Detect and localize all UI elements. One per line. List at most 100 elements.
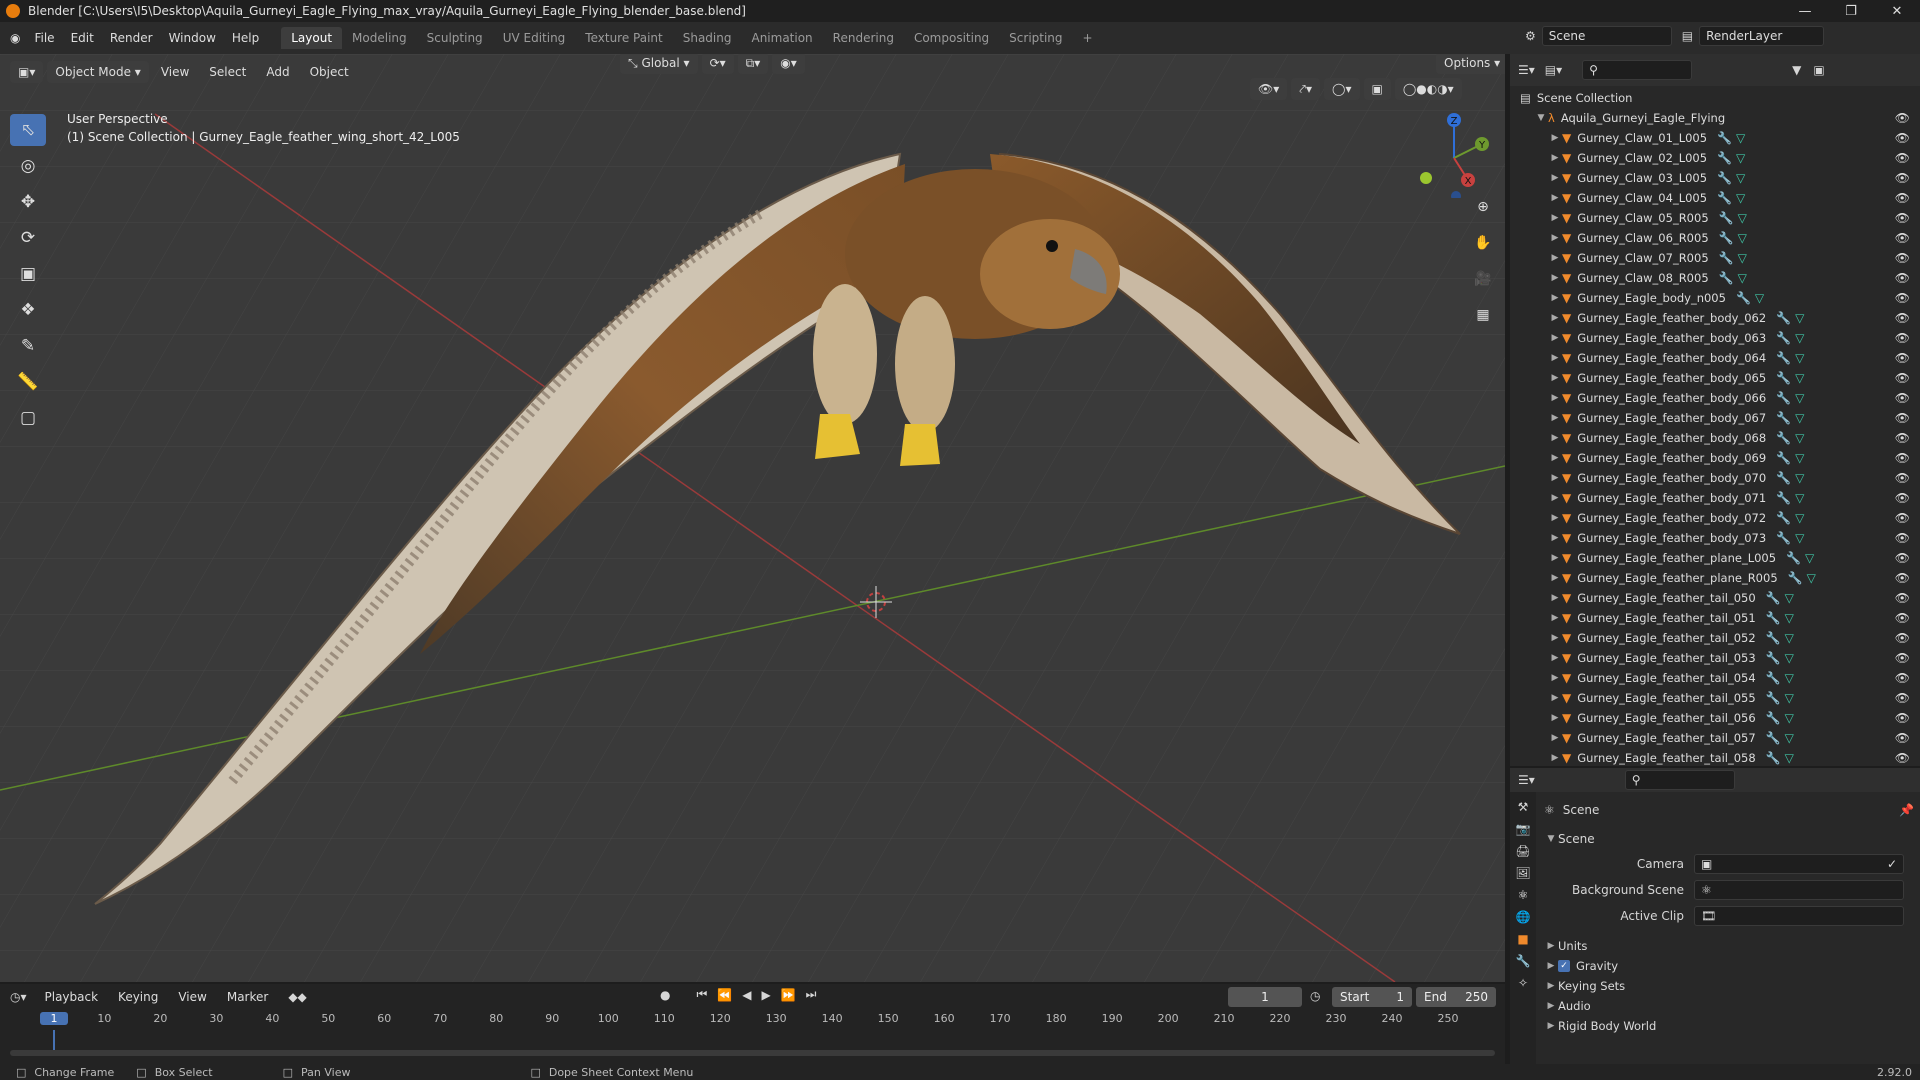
outliner-object-row[interactable]: ▶ ▼ Gurney_Eagle_body_n005 🔧 ▽ 👁 [1510, 288, 1920, 308]
current-frame-field[interactable]: 1 [1228, 987, 1302, 1007]
modifier-icon[interactable]: 🔧 [1719, 251, 1734, 265]
visibility-eye-icon[interactable]: 👁 [1895, 571, 1910, 585]
scene-tab-icon[interactable]: ⚛ [1518, 888, 1529, 902]
modifier-icon[interactable]: 🔧 [1776, 351, 1791, 365]
expand-icon[interactable]: ▼ [1534, 113, 1548, 123]
pan-hand-icon[interactable]: ✋ [1470, 230, 1496, 256]
background-scene-field[interactable]: ⚛ [1694, 880, 1904, 900]
annotate-tool-icon[interactable]: ✎ [10, 330, 46, 362]
visibility-eye-icon[interactable]: 👁 [1895, 451, 1910, 465]
cursor-tool-icon[interactable]: ◎ [10, 150, 46, 182]
expand-icon[interactable]: ▶ [1548, 493, 1562, 503]
expand-icon[interactable]: ▶ [1548, 193, 1562, 203]
menu-render[interactable]: Render [102, 28, 161, 48]
snap-toggle[interactable]: ⧉▾ [737, 54, 769, 74]
menu-edit[interactable]: Edit [63, 28, 102, 48]
expand-icon[interactable]: ▶ [1548, 353, 1562, 363]
timeline-editor-icon[interactable]: ◷▾ [10, 990, 27, 1004]
object-tab-icon[interactable]: ■ [1517, 932, 1528, 946]
mesh-data-icon[interactable]: ▽ [1795, 311, 1804, 325]
expand-icon[interactable]: ▶ [1548, 513, 1562, 523]
mesh-data-icon[interactable]: ▽ [1805, 551, 1814, 565]
expand-icon[interactable]: ▶ [1548, 333, 1562, 343]
modifier-tab-icon[interactable]: 🔧 [1516, 954, 1531, 968]
modifier-icon[interactable]: 🔧 [1766, 691, 1781, 705]
record-icon[interactable]: ● [660, 988, 670, 1002]
modifier-icon[interactable]: 🔧 [1719, 271, 1734, 285]
rigid-body-world-panel[interactable]: ▶ Rigid Body World [1544, 1016, 1914, 1036]
view-layer-tab-icon[interactable]: 🖼 [1515, 866, 1530, 880]
visibility-eye-icon[interactable]: 👁 [1895, 611, 1910, 625]
play-reverse-icon[interactable]: ◀ [742, 988, 751, 1002]
mesh-data-icon[interactable]: ▽ [1785, 691, 1794, 705]
visibility-eye-icon[interactable]: 👁 [1895, 431, 1910, 445]
mesh-data-icon[interactable]: ▽ [1795, 531, 1804, 545]
outliner-object-row[interactable]: ▶ ▼ Gurney_Eagle_feather_body_071 🔧 ▽ 👁 [1510, 488, 1920, 508]
menu-playback[interactable]: Playback [37, 986, 107, 1008]
select-box-tool-icon[interactable]: ⬁ [10, 114, 46, 146]
mesh-data-icon[interactable]: ▽ [1795, 411, 1804, 425]
visibility-eye-icon[interactable]: 👁 [1895, 111, 1910, 125]
expand-icon[interactable]: ▶ [1548, 573, 1562, 583]
tab-scripting[interactable]: Scripting [999, 27, 1072, 49]
outliner-object-row[interactable]: ▶ ▼ Gurney_Claw_06_R005 🔧 ▽ 👁 [1510, 228, 1920, 248]
outliner-object-row[interactable]: ▶ ▼ Gurney_Claw_05_R005 🔧 ▽ 👁 [1510, 208, 1920, 228]
expand-icon[interactable]: ▶ [1548, 653, 1562, 663]
modifier-icon[interactable]: 🔧 [1766, 751, 1781, 765]
pivot-dropdown[interactable]: ⟳▾ [701, 54, 734, 74]
mesh-data-icon[interactable]: ▽ [1795, 331, 1804, 345]
jump-end-icon[interactable]: ⏭ [806, 987, 817, 1002]
modifier-icon[interactable]: 🔧 [1766, 631, 1781, 645]
outliner-object-row[interactable]: ▶ ▼ Gurney_Eagle_feather_tail_053 🔧 ▽ 👁 [1510, 648, 1920, 668]
mesh-data-icon[interactable]: ▽ [1736, 151, 1745, 165]
expand-icon[interactable]: ▶ [1548, 693, 1562, 703]
modifier-icon[interactable]: 🔧 [1776, 471, 1791, 485]
particles-tab-icon[interactable]: ✧ [1518, 976, 1528, 990]
rotate-tool-icon[interactable]: ⟳ [10, 222, 46, 254]
modifier-icon[interactable]: 🔧 [1776, 531, 1791, 545]
mesh-data-icon[interactable]: ▽ [1785, 711, 1794, 725]
visibility-eye-icon[interactable]: 👁 [1895, 251, 1910, 265]
perspective-grid-icon[interactable]: ▦ [1470, 302, 1496, 328]
outliner-object-row[interactable]: ▶ ▼ Gurney_Eagle_feather_body_066 🔧 ▽ 👁 [1510, 388, 1920, 408]
outliner-search-input[interactable]: ⚲ [1582, 60, 1693, 80]
visibility-eye-icon[interactable]: 👁 [1895, 271, 1910, 285]
modifier-icon[interactable]: 🔧 [1766, 611, 1781, 625]
close-button[interactable]: ✕ [1874, 0, 1920, 22]
outliner-object-row[interactable]: ▶ ▼ Gurney_Eagle_feather_body_062 🔧 ▽ 👁 [1510, 308, 1920, 328]
output-tab-icon[interactable]: 🖨 [1515, 844, 1530, 858]
modifier-icon[interactable]: 🔧 [1776, 431, 1791, 445]
visibility-eye-icon[interactable]: 👁 [1895, 391, 1910, 405]
expand-icon[interactable]: ▶ [1548, 253, 1562, 263]
mesh-data-icon[interactable]: ▽ [1736, 131, 1745, 145]
tab-sculpting[interactable]: Sculpting [417, 27, 493, 49]
modifier-icon[interactable]: 🔧 [1776, 311, 1791, 325]
modifier-icon[interactable]: 🔧 [1717, 191, 1732, 205]
move-tool-icon[interactable]: ✥ [10, 186, 46, 218]
modifier-icon[interactable]: 🔧 [1776, 451, 1791, 465]
outliner-object-row[interactable]: ▶ ▼ Gurney_Eagle_feather_tail_050 🔧 ▽ 👁 [1510, 588, 1920, 608]
gravity-checkbox[interactable]: ✓ [1558, 960, 1570, 972]
outliner-object-row[interactable]: ▶ ▼ Gurney_Claw_07_R005 🔧 ▽ 👁 [1510, 248, 1920, 268]
modifier-icon[interactable]: 🔧 [1776, 331, 1791, 345]
modifier-icon[interactable]: 🔧 [1786, 551, 1801, 565]
minimize-button[interactable]: — [1782, 0, 1828, 22]
add-workspace-button[interactable]: + [1073, 27, 1103, 49]
menu-object[interactable]: Object [302, 61, 357, 83]
zoom-icon[interactable]: ⊕ [1470, 194, 1496, 220]
menu-keying[interactable]: Keying [110, 986, 166, 1008]
outliner-object-row[interactable]: ▶ ▼ Gurney_Eagle_feather_tail_056 🔧 ▽ 👁 [1510, 708, 1920, 728]
expand-icon[interactable]: ▶ [1548, 613, 1562, 623]
visibility-eye-icon[interactable]: 👁 [1895, 411, 1910, 425]
expand-icon[interactable]: ▶ [1548, 473, 1562, 483]
tool-tab-icon[interactable]: ⚒ [1518, 800, 1529, 814]
frame-ruler[interactable]: 1 10 20 30 40 50 60 70 80 90 100 110 120 130 140 150 160… [0, 1010, 1505, 1056]
transform-tool-icon[interactable]: ❖ [10, 294, 46, 326]
modifier-icon[interactable]: 🔧 [1719, 211, 1734, 225]
menu-select[interactable]: Select [201, 61, 254, 83]
visibility-eye-icon[interactable]: 👁 [1895, 331, 1910, 345]
collection-row[interactable]: ▼ λ Aquila_Gurneyi_Eagle_Flying 👁 [1510, 108, 1920, 128]
expand-icon[interactable]: ▶ [1548, 313, 1562, 323]
menu-file[interactable]: File [26, 28, 62, 48]
editor-type-button[interactable]: ▣ ▾ [10, 61, 44, 83]
